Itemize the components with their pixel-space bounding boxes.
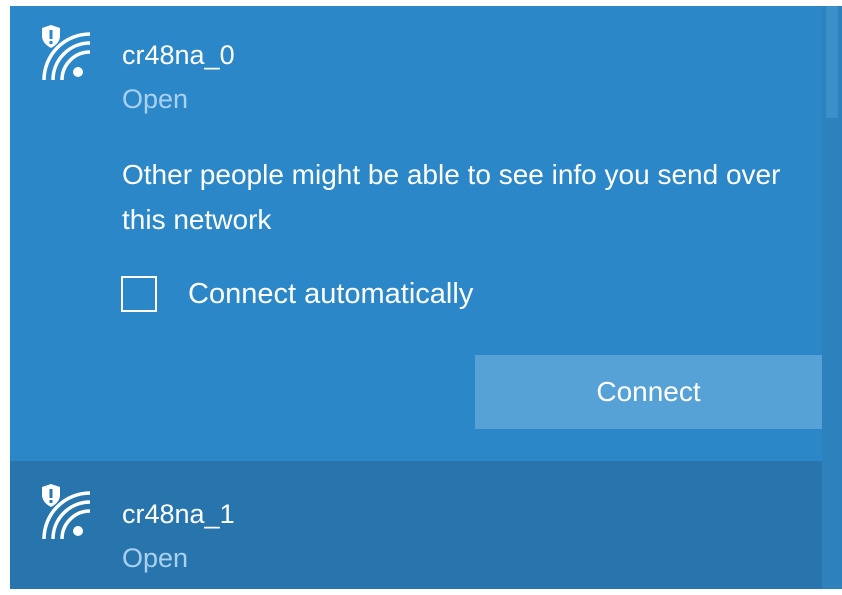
wifi-icon	[42, 25, 91, 81]
wifi-network-list: cr48na_0 Open Other people might be able…	[10, 6, 842, 589]
connect-automatically-label: Connect automatically	[188, 277, 474, 310]
connect-button[interactable]: Connect	[475, 355, 822, 429]
security-warning: Other people might be able to see info y…	[122, 159, 781, 235]
network-item[interactable]: cr48na_1 Open	[10, 461, 822, 589]
network-item-expanded[interactable]: cr48na_0 Open Other people might be able…	[10, 6, 822, 461]
scrollbar[interactable]	[822, 6, 842, 589]
scrollbar-thumb[interactable]	[826, 6, 838, 118]
network-status: Open	[122, 84, 189, 114]
network-status: Open	[122, 543, 189, 573]
network-name: cr48na_1	[122, 499, 235, 529]
connect-automatically-option[interactable]: Connect automatically	[121, 272, 473, 316]
connect-automatically-checkbox[interactable]	[121, 276, 157, 312]
wifi-icon	[42, 484, 91, 540]
network-name: cr48na_0	[122, 40, 235, 70]
screen: cr48na_0 Open Other people might be able…	[0, 0, 842, 595]
